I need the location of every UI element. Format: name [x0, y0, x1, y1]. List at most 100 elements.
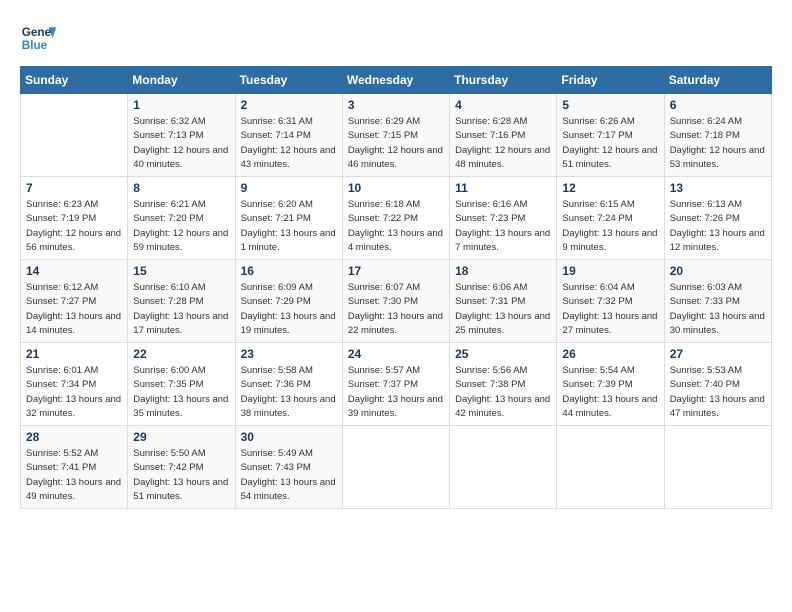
day-info: Sunrise: 6:24 AM Sunset: 7:18 PM Dayligh…	[670, 115, 766, 172]
day-info: Sunrise: 6:00 AM Sunset: 7:35 PM Dayligh…	[133, 364, 229, 421]
logo-icon: General Blue	[20, 20, 56, 56]
calendar-cell: 18 Sunrise: 6:06 AM Sunset: 7:31 PM Dayl…	[450, 260, 557, 343]
day-number: 30	[241, 430, 337, 444]
calendar-cell: 19 Sunrise: 6:04 AM Sunset: 7:32 PM Dayl…	[557, 260, 664, 343]
weekday-header: Tuesday	[235, 67, 342, 94]
day-number: 15	[133, 264, 229, 278]
calendar-cell	[342, 426, 449, 509]
calendar-cell	[21, 94, 128, 177]
day-info: Sunrise: 6:06 AM Sunset: 7:31 PM Dayligh…	[455, 281, 551, 338]
calendar-cell: 28 Sunrise: 5:52 AM Sunset: 7:41 PM Dayl…	[21, 426, 128, 509]
logo: General Blue	[20, 20, 60, 56]
calendar-cell: 25 Sunrise: 5:56 AM Sunset: 7:38 PM Dayl…	[450, 343, 557, 426]
day-info: Sunrise: 6:28 AM Sunset: 7:16 PM Dayligh…	[455, 115, 551, 172]
day-info: Sunrise: 5:54 AM Sunset: 7:39 PM Dayligh…	[562, 364, 658, 421]
day-info: Sunrise: 6:29 AM Sunset: 7:15 PM Dayligh…	[348, 115, 444, 172]
calendar-header: SundayMondayTuesdayWednesdayThursdayFrid…	[21, 67, 772, 94]
day-number: 16	[241, 264, 337, 278]
calendar-cell: 20 Sunrise: 6:03 AM Sunset: 7:33 PM Dayl…	[664, 260, 771, 343]
day-info: Sunrise: 6:31 AM Sunset: 7:14 PM Dayligh…	[241, 115, 337, 172]
day-number: 17	[348, 264, 444, 278]
weekday-header: Sunday	[21, 67, 128, 94]
day-number: 19	[562, 264, 658, 278]
day-info: Sunrise: 6:09 AM Sunset: 7:29 PM Dayligh…	[241, 281, 337, 338]
calendar-week-row: 14 Sunrise: 6:12 AM Sunset: 7:27 PM Dayl…	[21, 260, 772, 343]
day-number: 28	[26, 430, 122, 444]
day-number: 7	[26, 181, 122, 195]
day-info: Sunrise: 5:56 AM Sunset: 7:38 PM Dayligh…	[455, 364, 551, 421]
weekday-header: Saturday	[664, 67, 771, 94]
calendar-cell: 11 Sunrise: 6:16 AM Sunset: 7:23 PM Dayl…	[450, 177, 557, 260]
day-number: 12	[562, 181, 658, 195]
calendar-week-row: 7 Sunrise: 6:23 AM Sunset: 7:19 PM Dayli…	[21, 177, 772, 260]
day-info: Sunrise: 6:10 AM Sunset: 7:28 PM Dayligh…	[133, 281, 229, 338]
calendar-cell	[557, 426, 664, 509]
day-info: Sunrise: 6:32 AM Sunset: 7:13 PM Dayligh…	[133, 115, 229, 172]
day-number: 27	[670, 347, 766, 361]
day-info: Sunrise: 6:04 AM Sunset: 7:32 PM Dayligh…	[562, 281, 658, 338]
calendar-cell: 24 Sunrise: 5:57 AM Sunset: 7:37 PM Dayl…	[342, 343, 449, 426]
day-number: 14	[26, 264, 122, 278]
weekday-header: Thursday	[450, 67, 557, 94]
day-info: Sunrise: 5:52 AM Sunset: 7:41 PM Dayligh…	[26, 447, 122, 504]
svg-text:Blue: Blue	[22, 39, 48, 52]
day-info: Sunrise: 6:12 AM Sunset: 7:27 PM Dayligh…	[26, 281, 122, 338]
weekday-header: Wednesday	[342, 67, 449, 94]
day-number: 13	[670, 181, 766, 195]
day-info: Sunrise: 6:21 AM Sunset: 7:20 PM Dayligh…	[133, 198, 229, 255]
day-number: 4	[455, 98, 551, 112]
calendar-cell: 6 Sunrise: 6:24 AM Sunset: 7:18 PM Dayli…	[664, 94, 771, 177]
day-number: 21	[26, 347, 122, 361]
day-number: 23	[241, 347, 337, 361]
calendar-cell: 12 Sunrise: 6:15 AM Sunset: 7:24 PM Dayl…	[557, 177, 664, 260]
calendar-table: SundayMondayTuesdayWednesdayThursdayFrid…	[20, 66, 772, 509]
day-info: Sunrise: 5:53 AM Sunset: 7:40 PM Dayligh…	[670, 364, 766, 421]
day-number: 5	[562, 98, 658, 112]
day-number: 29	[133, 430, 229, 444]
day-number: 26	[562, 347, 658, 361]
calendar-week-row: 1 Sunrise: 6:32 AM Sunset: 7:13 PM Dayli…	[21, 94, 772, 177]
day-number: 18	[455, 264, 551, 278]
calendar-cell: 2 Sunrise: 6:31 AM Sunset: 7:14 PM Dayli…	[235, 94, 342, 177]
day-number: 20	[670, 264, 766, 278]
day-info: Sunrise: 6:26 AM Sunset: 7:17 PM Dayligh…	[562, 115, 658, 172]
day-info: Sunrise: 6:15 AM Sunset: 7:24 PM Dayligh…	[562, 198, 658, 255]
calendar-cell: 10 Sunrise: 6:18 AM Sunset: 7:22 PM Dayl…	[342, 177, 449, 260]
day-info: Sunrise: 6:20 AM Sunset: 7:21 PM Dayligh…	[241, 198, 337, 255]
calendar-cell: 4 Sunrise: 6:28 AM Sunset: 7:16 PM Dayli…	[450, 94, 557, 177]
calendar-cell: 29 Sunrise: 5:50 AM Sunset: 7:42 PM Dayl…	[128, 426, 235, 509]
day-number: 1	[133, 98, 229, 112]
calendar-cell: 15 Sunrise: 6:10 AM Sunset: 7:28 PM Dayl…	[128, 260, 235, 343]
day-number: 8	[133, 181, 229, 195]
day-info: Sunrise: 5:49 AM Sunset: 7:43 PM Dayligh…	[241, 447, 337, 504]
weekday-header: Friday	[557, 67, 664, 94]
calendar-cell: 26 Sunrise: 5:54 AM Sunset: 7:39 PM Dayl…	[557, 343, 664, 426]
day-number: 9	[241, 181, 337, 195]
day-number: 24	[348, 347, 444, 361]
weekday-header: Monday	[128, 67, 235, 94]
calendar-cell: 30 Sunrise: 5:49 AM Sunset: 7:43 PM Dayl…	[235, 426, 342, 509]
calendar-cell: 8 Sunrise: 6:21 AM Sunset: 7:20 PM Dayli…	[128, 177, 235, 260]
day-info: Sunrise: 5:58 AM Sunset: 7:36 PM Dayligh…	[241, 364, 337, 421]
calendar-cell: 16 Sunrise: 6:09 AM Sunset: 7:29 PM Dayl…	[235, 260, 342, 343]
calendar-body: 1 Sunrise: 6:32 AM Sunset: 7:13 PM Dayli…	[21, 94, 772, 509]
day-number: 2	[241, 98, 337, 112]
calendar-week-row: 21 Sunrise: 6:01 AM Sunset: 7:34 PM Dayl…	[21, 343, 772, 426]
day-info: Sunrise: 6:07 AM Sunset: 7:30 PM Dayligh…	[348, 281, 444, 338]
calendar-cell: 22 Sunrise: 6:00 AM Sunset: 7:35 PM Dayl…	[128, 343, 235, 426]
calendar-cell: 3 Sunrise: 6:29 AM Sunset: 7:15 PM Dayli…	[342, 94, 449, 177]
page-header: General Blue	[20, 20, 772, 56]
day-number: 6	[670, 98, 766, 112]
day-number: 3	[348, 98, 444, 112]
day-number: 10	[348, 181, 444, 195]
calendar-cell: 23 Sunrise: 5:58 AM Sunset: 7:36 PM Dayl…	[235, 343, 342, 426]
day-info: Sunrise: 5:57 AM Sunset: 7:37 PM Dayligh…	[348, 364, 444, 421]
day-info: Sunrise: 5:50 AM Sunset: 7:42 PM Dayligh…	[133, 447, 229, 504]
day-info: Sunrise: 6:23 AM Sunset: 7:19 PM Dayligh…	[26, 198, 122, 255]
calendar-cell: 14 Sunrise: 6:12 AM Sunset: 7:27 PM Dayl…	[21, 260, 128, 343]
calendar-cell	[450, 426, 557, 509]
day-number: 25	[455, 347, 551, 361]
day-info: Sunrise: 6:18 AM Sunset: 7:22 PM Dayligh…	[348, 198, 444, 255]
day-info: Sunrise: 6:01 AM Sunset: 7:34 PM Dayligh…	[26, 364, 122, 421]
day-info: Sunrise: 6:16 AM Sunset: 7:23 PM Dayligh…	[455, 198, 551, 255]
